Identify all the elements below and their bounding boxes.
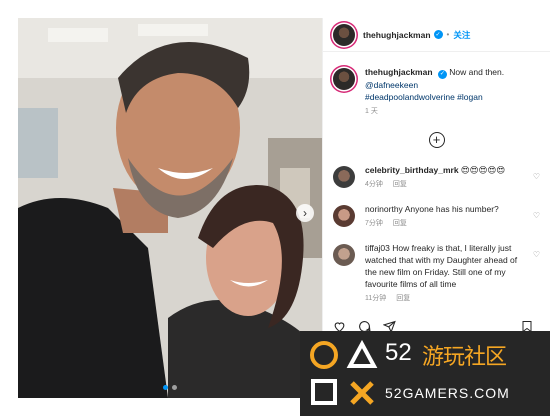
comment-username[interactable]: norinorthy bbox=[365, 204, 403, 214]
photo-scene bbox=[18, 18, 322, 398]
author-avatar[interactable] bbox=[333, 23, 355, 46]
comment-time: 4分钟 bbox=[365, 180, 383, 188]
caption-username[interactable]: thehughjackman bbox=[365, 67, 433, 77]
carousel-indicator bbox=[18, 385, 322, 390]
comment-username[interactable]: celebrity_birthday_mrk bbox=[365, 165, 459, 175]
carousel-dot bbox=[172, 385, 177, 390]
next-image-button[interactable]: › bbox=[296, 204, 314, 222]
load-more-comments[interactable]: + bbox=[323, 131, 550, 148]
separator-dot: • bbox=[446, 30, 450, 39]
gamepad-buttons-logo-icon bbox=[310, 339, 378, 405]
watermark-title: 游玩社区 bbox=[422, 345, 507, 370]
caption-author-avatar[interactable] bbox=[333, 68, 355, 90]
comment-time: 7分钟 bbox=[365, 219, 383, 227]
heart-icon[interactable]: ♡ bbox=[530, 250, 540, 305]
commenter-avatar[interactable] bbox=[333, 243, 355, 266]
reply-button[interactable]: 回复 bbox=[393, 181, 407, 188]
watermark-number: 52 bbox=[385, 339, 412, 366]
comment-item: tiffaj03 How freaky is that, I literally… bbox=[323, 242, 550, 305]
comment-item: norinorthy Anyone has his number? 7分钟 回复… bbox=[323, 203, 550, 230]
caption-mention-link[interactable]: @dafneekeen bbox=[365, 79, 540, 91]
comment-item: celebrity_birthday_mrk 😍😍😍😍😍 4分钟 回复 ♡ bbox=[323, 164, 550, 191]
comment-time: 11分钟 bbox=[365, 294, 387, 302]
post-caption: thehughjackman ✓ Now and then. @dafneeke… bbox=[323, 66, 550, 118]
carousel-dot bbox=[163, 385, 168, 390]
follow-button[interactable]: 关注 bbox=[453, 29, 470, 41]
site-watermark: 52 游玩社区 52GAMERS.COM bbox=[300, 331, 550, 416]
commenter-avatar[interactable] bbox=[333, 165, 355, 188]
heart-icon[interactable]: ♡ bbox=[530, 172, 540, 191]
plus-circle-icon[interactable]: + bbox=[428, 131, 445, 148]
verified-badge-icon: ✓ bbox=[437, 69, 447, 79]
post-timestamp: 1 天 bbox=[365, 107, 378, 115]
author-username[interactable]: thehughjackman bbox=[363, 30, 431, 40]
caption-text: Now and then. bbox=[449, 67, 505, 77]
watermark-site: 52GAMERS.COM bbox=[385, 385, 510, 401]
comment-text: 😍😍😍😍😍 bbox=[460, 164, 506, 175]
commenter-avatar[interactable] bbox=[333, 204, 355, 227]
verified-badge-icon: ✓ bbox=[433, 30, 443, 39]
reply-button[interactable]: 回复 bbox=[396, 295, 410, 302]
reply-button[interactable]: 回复 bbox=[393, 220, 407, 227]
comment-text: Anyone has his number? bbox=[404, 203, 499, 214]
caption-hashtags-link[interactable]: #deadpoolandwolverine #logan bbox=[365, 91, 540, 103]
comment-username[interactable]: tiffaj03 bbox=[365, 243, 390, 253]
heart-icon[interactable]: ♡ bbox=[530, 211, 540, 230]
post-photo[interactable]: › bbox=[18, 18, 322, 398]
post-header: thehughjackman ✓ • 关注 bbox=[323, 18, 550, 52]
